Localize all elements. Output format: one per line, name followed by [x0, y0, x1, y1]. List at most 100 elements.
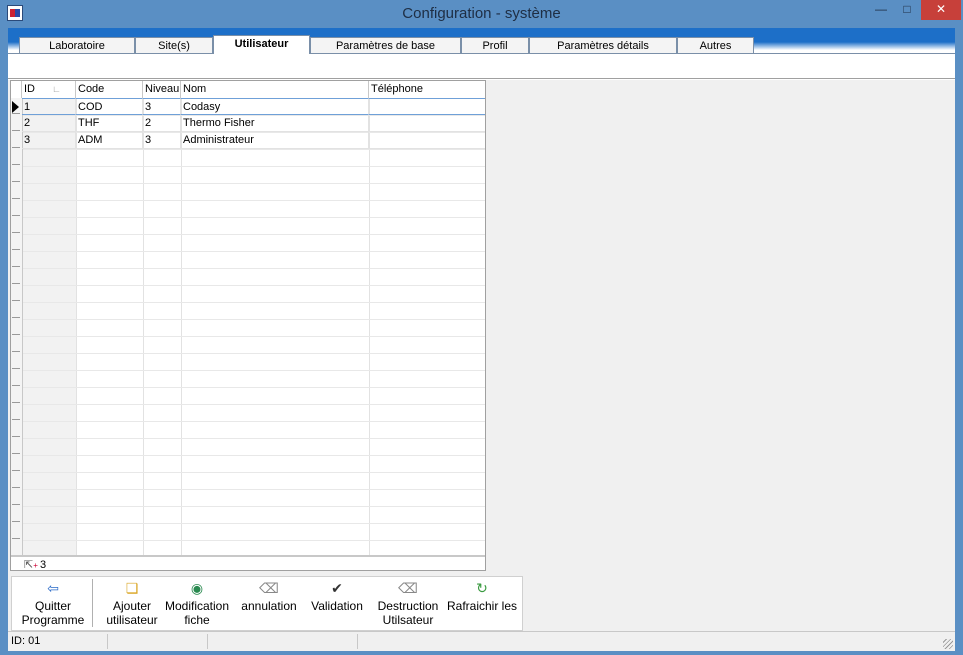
toolbar-separator: [92, 579, 93, 627]
tab-autres[interactable]: Autres: [677, 37, 754, 53]
eraser-icon: ⌫: [259, 580, 279, 596]
row-selector-tick: [12, 368, 20, 369]
grid-hline: [22, 540, 485, 541]
cell-nom[interactable]: Administrateur: [181, 132, 369, 149]
cell-id[interactable]: 1: [22, 98, 76, 115]
refresh-icon: ↻: [476, 580, 488, 596]
new-row-icon[interactable]: ⇱+: [24, 558, 38, 570]
resize-grip-icon[interactable]: [943, 639, 953, 649]
grid-hline: [22, 455, 485, 456]
grid-hline: [22, 506, 485, 507]
grid-vline: [76, 98, 77, 570]
table-row[interactable]: 2 THF 2 Thermo Fisher: [22, 115, 485, 132]
grid-vline: [181, 98, 182, 570]
cell-code[interactable]: THF: [76, 115, 143, 132]
row-selector-tick: [12, 538, 20, 539]
grid-hline: [22, 251, 485, 252]
row-selector-column[interactable]: [11, 98, 23, 570]
tab-utilisateur[interactable]: Utilisateur: [213, 35, 310, 54]
magnifier-icon: ◉: [190, 580, 204, 596]
row-selector-tick: [12, 402, 20, 403]
grid-hline: [22, 336, 485, 337]
row-selector-tick: [12, 453, 20, 454]
grid-hline: [22, 166, 485, 167]
refresh-button[interactable]: ↻ Rafraichir les: [446, 579, 518, 629]
row-selector-tick: [12, 181, 20, 182]
validate-button[interactable]: ✔ Validation: [306, 579, 368, 629]
status-bar: ID: 01: [8, 631, 955, 651]
action-toolbar: ⇦ Quitter Programme ❏ Ajouter utilisateu…: [11, 576, 523, 631]
cell-code[interactable]: COD: [76, 98, 143, 115]
row-selector-tick: [12, 385, 20, 386]
cell-niveau[interactable]: 3: [143, 132, 181, 149]
eraser-icon: ⌫: [398, 580, 418, 596]
cell-niveau[interactable]: 2: [143, 115, 181, 132]
status-panel: [108, 634, 208, 649]
cell-nom[interactable]: Codasy: [181, 98, 369, 115]
tab-laboratoire[interactable]: Laboratoire: [19, 37, 135, 53]
row-selector-tick: [12, 113, 20, 114]
row-selector-tick: [12, 334, 20, 335]
record-count: 3: [40, 559, 47, 571]
row-selector-tick: [12, 470, 20, 471]
row-selector-tick: [12, 351, 20, 352]
cell-telephone[interactable]: [369, 132, 485, 149]
users-grid[interactable]: ID ∟ Code Niveau Nom Téléphone 1 COD 3 Co…: [10, 80, 486, 571]
maximize-button[interactable]: □: [894, 0, 920, 20]
client-area: Laboratoire Site(s) Utilisateur Paramètr…: [8, 28, 955, 651]
grid-hline: [22, 285, 485, 286]
row-selector-tick: [12, 436, 20, 437]
app-window: Configuration - système — □ ✕ Laboratoir…: [0, 0, 963, 655]
column-header-telephone[interactable]: Téléphone: [369, 81, 485, 98]
tab-sites[interactable]: Site(s): [135, 37, 213, 53]
status-id: ID: 01: [8, 634, 108, 649]
grid-hline: [22, 472, 485, 473]
cell-telephone[interactable]: [369, 115, 485, 132]
column-header-nom[interactable]: Nom: [181, 81, 369, 98]
cancel-button[interactable]: ⌫ annulation: [238, 579, 300, 629]
minimize-button[interactable]: —: [868, 0, 894, 20]
cell-telephone[interactable]: [369, 98, 485, 115]
row-selector-tick: [12, 419, 20, 420]
grid-header: ID ∟ Code Niveau Nom Téléphone: [11, 81, 485, 99]
delete-user-button[interactable]: ⌫ Destruction Utilsateur: [374, 579, 442, 629]
tab-parametres-de-base[interactable]: Paramètres de base: [310, 37, 461, 53]
row-selector-tick: [12, 317, 20, 318]
grid-hline: [22, 438, 485, 439]
table-row[interactable]: 3 ADM 3 Administrateur: [22, 132, 485, 149]
column-header-id[interactable]: ID ∟: [22, 81, 76, 98]
close-button[interactable]: ✕: [921, 0, 961, 20]
grid-hline: [22, 268, 485, 269]
current-row-arrow-icon: [12, 101, 19, 113]
add-user-button[interactable]: ❏ Ajouter utilisateur: [97, 579, 167, 629]
tab-content-border: [8, 78, 955, 79]
status-panel: [208, 634, 358, 649]
cell-id[interactable]: 3: [22, 132, 76, 149]
grid-hline: [22, 149, 485, 150]
edit-record-button[interactable]: ◉ Modification fiche: [160, 579, 234, 629]
row-selector-tick: [12, 266, 20, 267]
column-header-niveau[interactable]: Niveau: [143, 81, 181, 98]
row-selector-tick: [12, 300, 20, 301]
grid-hline: [22, 370, 485, 371]
cell-niveau[interactable]: 3: [143, 98, 181, 115]
grid-hline: [22, 234, 485, 235]
row-selector-tick: [12, 249, 20, 250]
cell-code[interactable]: ADM: [76, 132, 143, 149]
grid-vline: [369, 98, 370, 570]
tab-parametres-details[interactable]: Paramètres détails: [529, 37, 677, 53]
tab-baseline: [8, 53, 955, 54]
id-column-shade: [22, 98, 76, 570]
title-bar[interactable]: Configuration - système — □ ✕: [0, 0, 963, 28]
grid-hline: [22, 200, 485, 201]
column-header-code[interactable]: Code: [76, 81, 143, 98]
table-row[interactable]: 1 COD 3 Codasy: [22, 98, 485, 115]
quit-button[interactable]: ⇦ Quitter Programme: [16, 579, 90, 629]
row-selector-tick: [12, 521, 20, 522]
grid-footer: ⇱+ 3: [11, 555, 485, 571]
row-selector-tick: [12, 147, 20, 148]
tab-profil[interactable]: Profil: [461, 37, 529, 53]
cell-nom[interactable]: Thermo Fisher: [181, 115, 369, 132]
row-selector-tick: [12, 215, 20, 216]
cell-id[interactable]: 2: [22, 115, 76, 132]
